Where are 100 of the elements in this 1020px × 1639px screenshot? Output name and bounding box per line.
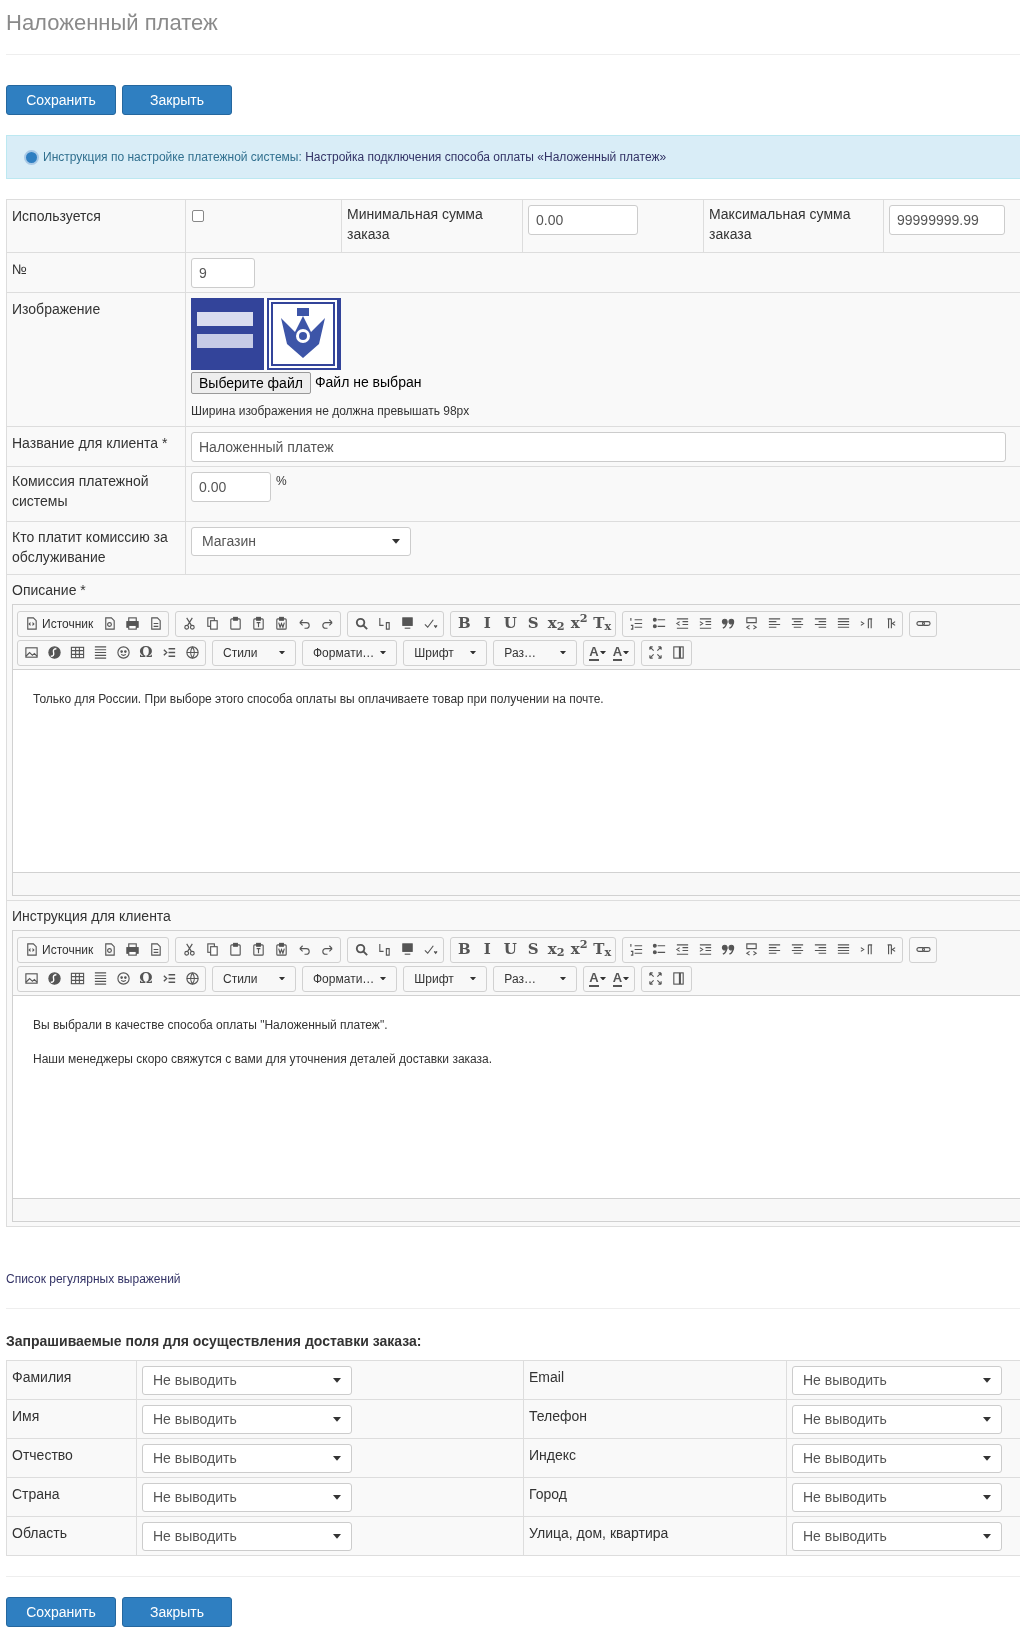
bullet-list-icon <box>651 942 667 957</box>
color-button[interactable]: A <box>587 642 608 663</box>
clipboard-icon <box>227 942 243 957</box>
input-field[interactable]: 0.00 <box>528 205 638 235</box>
instruction-text: Инструкция по настройке платежной системы: Настройка подключения способа оплаты «Наложенный платеж» <box>43 149 667 166</box>
horizontal-line-icon <box>92 645 108 660</box>
toolbar-button[interactable]: x$_{2}$ <box>546 939 567 960</box>
dropdown[interactable]: Не выводить <box>792 1522 1002 1551</box>
code-file-icon <box>24 942 39 957</box>
dropdown[interactable]: Не выводить <box>792 1444 1002 1473</box>
source-button[interactable]: Источник <box>21 939 97 960</box>
field-label: Используется <box>12 207 102 226</box>
close-button[interactable]: Закрыть <box>122 1597 232 1627</box>
globe-icon <box>184 645 200 660</box>
toolbar-dropdown[interactable]: Формати… <box>306 642 394 663</box>
outdent-icon <box>674 616 690 631</box>
input-field[interactable]: 9 <box>191 258 255 288</box>
toolbar-dropdown[interactable]: Раз… <box>497 642 574 663</box>
dropdown[interactable]: Не выводить <box>142 1405 352 1434</box>
field-label: Описание * <box>12 581 87 600</box>
search-icon <box>353 942 369 957</box>
toolbar-button[interactable]: U <box>500 939 521 960</box>
dropdown[interactable]: Не выводить <box>142 1483 352 1512</box>
toolbar-button[interactable]: U <box>500 613 521 634</box>
toolbar-button[interactable]: B <box>454 939 475 960</box>
toolbar-button[interactable]: T$_{x}$ <box>592 939 613 960</box>
save-button[interactable]: Сохранить <box>6 85 116 115</box>
save-button[interactable]: Сохранить <box>6 1597 116 1627</box>
quote-icon <box>720 616 736 631</box>
caret-icon <box>333 1378 341 1383</box>
toolbar-dropdown[interactable]: Формати… <box>306 968 394 989</box>
caret-icon <box>380 650 387 655</box>
dropdown[interactable]: Не выводить <box>142 1522 352 1551</box>
toolbar-button[interactable]: I <box>477 939 498 960</box>
toolbar-button[interactable]: x$_{2}$ <box>546 613 567 634</box>
caret-icon <box>333 1534 341 1539</box>
dropdown[interactable]: Не выводить <box>142 1366 352 1395</box>
toolbar-dropdown[interactable]: Стили <box>216 642 292 663</box>
caret-icon <box>560 976 567 981</box>
caret-icon <box>983 1378 991 1383</box>
dropdown[interactable]: Магазин <box>191 527 411 556</box>
toolbar-dropdown[interactable]: Раз… <box>497 968 574 989</box>
field-label: Инструкция для клиента <box>12 907 172 926</box>
close-button[interactable]: Закрыть <box>122 85 232 115</box>
hint-text: Ширина изображения не должна превышать 98px <box>191 403 471 420</box>
dropdown[interactable]: Не выводить <box>792 1405 1002 1434</box>
scissors-icon <box>181 942 197 957</box>
field-label: Область <box>12 1524 68 1543</box>
choose-file-button[interactable]: Выберите файл <box>191 372 311 394</box>
percent-sign: % <box>276 473 287 490</box>
field-label: Отчество <box>12 1446 74 1465</box>
input-field[interactable]: 0.00 <box>191 472 271 502</box>
instruction-link[interactable]: Настройка подключения способа оплаты «Наложенный платеж» <box>305 150 667 164</box>
color-button[interactable]: A <box>610 642 632 663</box>
image-icon <box>23 645 39 660</box>
caret-icon <box>279 976 285 981</box>
toolbar-button[interactable]: Ω <box>136 968 156 989</box>
toolbar-button[interactable]: Ω <box>136 642 156 663</box>
input-field[interactable]: Наложенный платеж <box>191 432 1006 462</box>
color-button[interactable]: A <box>587 968 608 989</box>
checkbox[interactable] <box>192 210 204 222</box>
toolbar-button[interactable]: I <box>477 613 498 634</box>
dropdown[interactable]: Не выводить <box>792 1483 1002 1512</box>
copy-icon <box>204 616 220 631</box>
caret-icon <box>333 1417 341 1422</box>
numbered-list-icon <box>628 942 644 957</box>
quote-icon <box>720 942 736 957</box>
align-center-icon <box>789 942 805 957</box>
indent-icon <box>697 942 713 957</box>
caret-icon <box>623 650 630 655</box>
clipboard-icon <box>273 616 289 631</box>
paragraph-icon <box>858 616 874 631</box>
source-button[interactable]: Источник <box>21 613 97 634</box>
toolbar-button[interactable]: x$^{2}$ <box>569 613 590 634</box>
caret-icon <box>279 650 285 655</box>
color-button[interactable]: A <box>610 968 632 989</box>
toolbar-button[interactable]: T$_{x}$ <box>592 613 613 634</box>
toolbar-dropdown[interactable]: Шрифт <box>407 968 484 989</box>
field-label: Фамилия <box>12 1368 73 1387</box>
dropdown[interactable]: Не выводить <box>792 1366 1002 1395</box>
search-icon <box>353 616 369 631</box>
caret-icon <box>560 650 567 655</box>
toolbar-button[interactable]: x$^{2}$ <box>569 939 590 960</box>
align-center-icon <box>789 616 805 631</box>
maximize-icon <box>647 971 663 986</box>
smiley-icon <box>115 971 131 986</box>
caret-icon <box>983 1495 991 1500</box>
toolbar-dropdown[interactable]: Стили <box>216 968 292 989</box>
editor-text: Только для России. При выборе этого способа оплаты вы оплачиваете товар при получении на почте. <box>33 691 605 708</box>
toolbar-button[interactable]: B <box>454 613 475 634</box>
dropdown[interactable]: Не выводить <box>142 1444 352 1473</box>
input-field[interactable]: 99999999.99 <box>889 205 1005 235</box>
toolbar-button[interactable]: S <box>523 613 544 634</box>
field-label: Минимальная сумма заказа <box>347 205 484 244</box>
caret-icon <box>333 1495 341 1500</box>
toolbar-dropdown[interactable]: Шрифт <box>407 642 484 663</box>
caret-icon <box>392 539 400 544</box>
regex-list-link[interactable]: Список регулярных выражений <box>6 1270 181 1288</box>
toolbar-button[interactable]: S <box>523 939 544 960</box>
section-heading: Запрашиваемые поля для осуществления доставки заказа: <box>6 1332 423 1351</box>
